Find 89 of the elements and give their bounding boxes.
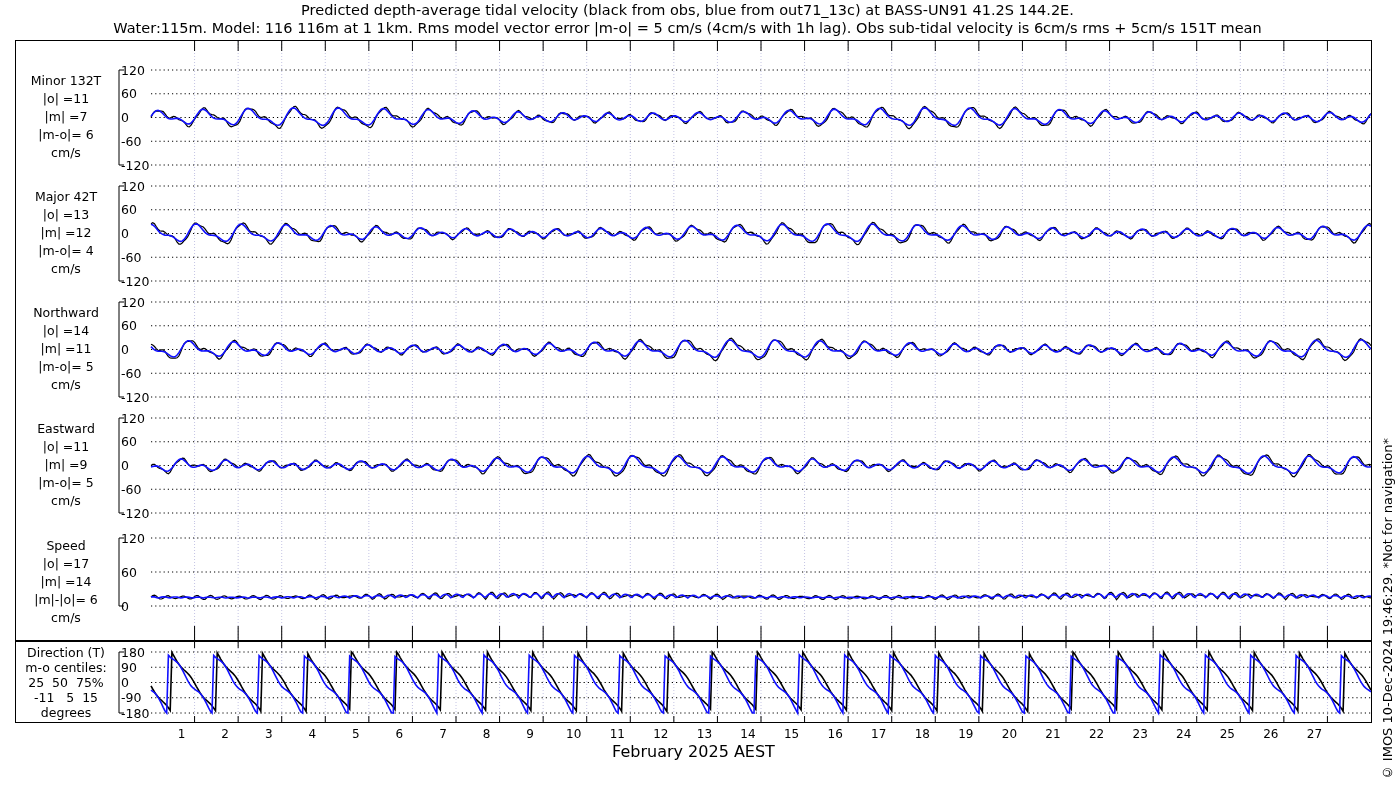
y-tick-label: 0 [121,458,129,473]
panel-label: |o| =11 [42,438,90,456]
y-tick-label: 0 [121,675,129,690]
x-tick-label: 22 [1088,727,1105,741]
y-tick-label: 60 [121,434,137,450]
panel-label: |m| =12 [40,224,92,242]
panel-label: |o| =14 [42,322,90,340]
y-tick-label: 60 [121,202,137,218]
y-tick-label: 0 [121,110,129,125]
panel-label: cm/s [51,492,81,510]
y-tick-label: -60 [121,365,142,381]
panel-label: |m-o|= 5 [38,474,94,492]
y-tick-label: 60 [121,318,137,334]
chart-title: Water:115m. Model: 116 116m at 1 1km. Rms model vector error |m-o| = 5 cm/s (4cm/s with 1h lag). Obs sub-tidal velocity is 6cm/s rms + 5cm/s 151T mean [113,19,1262,37]
y-tick-label: -60 [121,481,142,497]
x-tick-label: 11 [609,727,625,741]
y-tick-label: -180 [121,705,150,721]
y-tick-label: 60 [121,564,137,580]
x-tick-label: 6 [395,727,404,741]
panel-label: -11 5 15 [33,689,99,705]
x-tick-label: 16 [827,727,843,741]
y-tick-label: 120 [121,178,145,194]
panel-label: |m| =11 [40,340,92,358]
x-tick-label: 19 [958,727,974,741]
panel-label: |m-o|= 4 [38,242,94,260]
panel-label: Northward [33,304,99,322]
panel-label: m-o centiles: [25,659,107,675]
y-tick-label: 0 [121,342,129,357]
panel-label: |m-o|= 6 [38,126,94,144]
panel-label: cm/s [51,608,81,627]
x-tick-label: 25 [1219,727,1235,741]
x-tick-label: 26 [1263,727,1279,741]
x-tick-label: 5 [352,727,360,741]
panel-label: Speed [46,536,86,555]
credit-text: © IMOS 10-Dec-2024 19:46:29. *Not for navigation* [1380,437,1395,780]
panel-label: Minor 132T [30,72,102,90]
y-tick-label: 120 [121,530,145,546]
x-tick-label: 18 [914,727,930,741]
x-tick-label: 3 [264,727,273,741]
x-tick-label: 8 [482,727,491,741]
panel-label: 25 50 75% [28,674,104,690]
y-tick-label: -120 [121,389,150,405]
y-tick-label: 0 [121,598,129,614]
y-tick-label: -60 [121,249,142,265]
y-tick-label: 120 [121,62,145,78]
x-axis-label: February 2025 AEST [611,743,776,761]
x-tick-label: 12 [653,727,669,741]
panel-label: cm/s [51,376,81,394]
y-tick-label: -120 [121,273,150,289]
y-tick-label: 0 [121,226,129,241]
x-tick-label: 7 [439,727,447,741]
chart-title: Predicted depth-average tidal velocity (black from obs, blue from out71_13c) at BASS-UN91 41.2S 144.2E. [301,1,1074,19]
panel-label: |m| =7 [44,108,88,126]
y-tick-label: 180 [121,644,145,660]
panel-label: |m| =14 [40,572,92,591]
x-tick-label: 27 [1306,727,1323,741]
x-tick-label: 23 [1132,727,1148,741]
panel-label: Major 42T [34,188,98,206]
x-tick-label: 1 [177,727,186,741]
y-tick-label: 120 [121,410,145,426]
x-tick-label: 2 [221,727,229,741]
x-tick-label: 15 [783,727,800,741]
x-tick-label: 24 [1176,727,1192,741]
panel-label: Eastward [37,420,95,438]
panel-label: cm/s [51,144,81,162]
y-tick-label: 90 [121,659,137,675]
y-tick-label: 120 [121,294,145,310]
panel-label: Direction (T) [27,644,105,660]
x-tick-label: 17 [871,727,887,741]
y-tick-label: 60 [121,86,137,102]
x-tick-label: 14 [740,727,756,741]
panel-label: |o| =17 [42,554,90,573]
panel-label: |m|-|o|= 6 [34,590,98,609]
panel-label: |o| =13 [42,206,90,224]
y-tick-label: -60 [121,133,142,149]
y-tick-label: -120 [121,505,150,521]
panel-label: |m| =9 [44,456,88,474]
panel-label: cm/s [51,260,81,278]
y-tick-label: -90 [121,690,142,706]
x-tick-label: 13 [696,727,713,741]
x-tick-label: 4 [308,727,317,741]
x-tick-label: 10 [566,727,582,741]
x-tick-label: 21 [1045,727,1061,741]
panel-label: degrees [40,704,92,720]
panel-label: |m-o|= 5 [38,358,94,376]
x-tick-label: 9 [526,727,534,741]
x-tick-label: 20 [1001,727,1018,741]
panel-label: |o| =11 [42,90,90,108]
y-tick-label: -120 [121,157,150,173]
